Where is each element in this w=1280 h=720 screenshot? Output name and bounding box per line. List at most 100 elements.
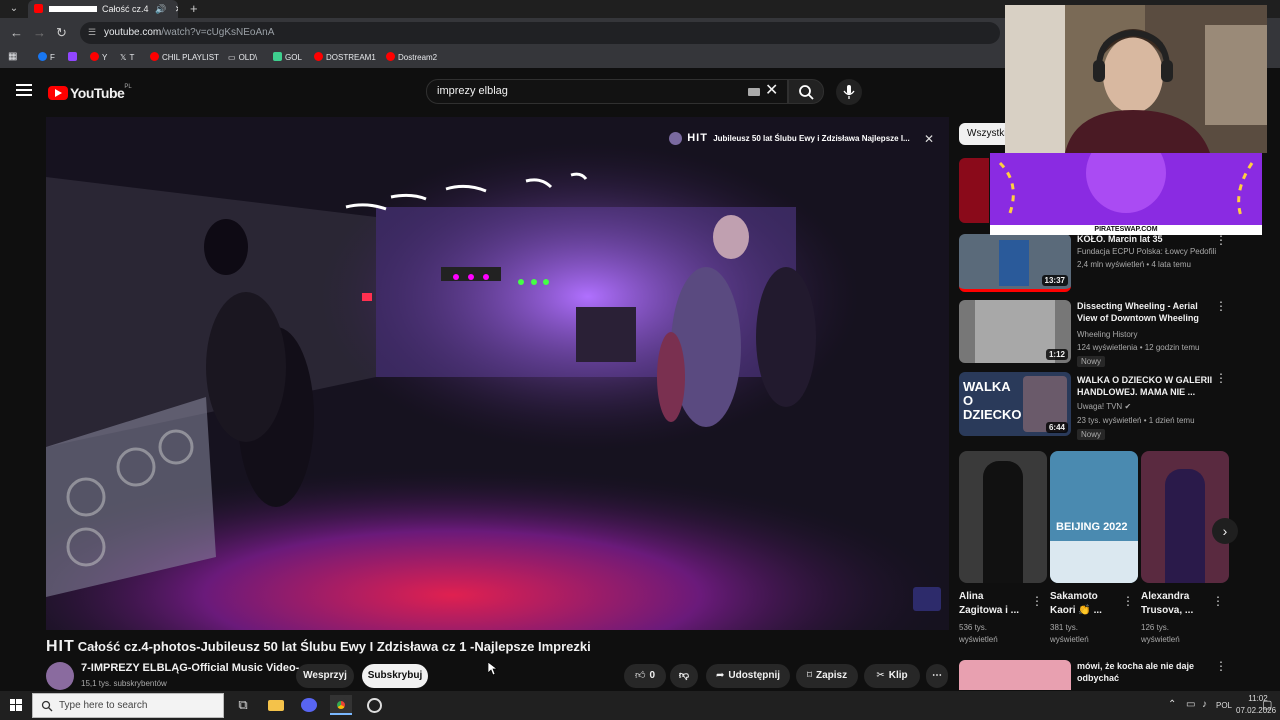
tab-audio-icon[interactable]: 🔊 — [155, 4, 166, 14]
clear-search-icon[interactable]: ✕ — [765, 82, 778, 100]
more-vertical-icon[interactable]: ⋮ — [1122, 594, 1134, 608]
new-tab-button[interactable]: + — [190, 0, 198, 18]
windows-start-icon[interactable] — [10, 699, 22, 711]
browser-tab-active[interactable]: Całość cz.4 🔊 ✕ — [28, 0, 178, 18]
obs-app-icon[interactable] — [364, 695, 386, 715]
language-indicator[interactable]: POL — [1216, 701, 1232, 710]
keyboard-icon[interactable] — [748, 88, 760, 96]
youtube-logo[interactable]: YouTubePL — [48, 84, 132, 101]
webcam-feed — [1005, 5, 1267, 153]
more-vertical-icon[interactable]: ⋮ — [1215, 660, 1227, 672]
voice-search-button[interactable] — [836, 79, 862, 105]
discord-app-icon[interactable] — [298, 695, 320, 715]
video-item-title[interactable]: mówi, że kocha ale nie daje odbychać — [1077, 660, 1217, 684]
subscribe-button[interactable]: Subskrybuj — [362, 664, 428, 688]
address-bar[interactable]: youtube.com/watch?v=cUgKsNEoAnA — [80, 22, 1000, 44]
sidebar-video-item[interactable]: mówi, że kocha ale nie daje odbychać ⋮ — [959, 660, 1229, 690]
channel-watermark[interactable] — [913, 587, 941, 611]
site-info-icon[interactable]: ☰ — [88, 27, 98, 38]
shorts-next-button[interactable]: › — [1212, 518, 1238, 544]
short-views: 126 tys. wyświetleń — [1141, 623, 1180, 644]
channel-name[interactable]: 7-IMPREZY ELBLĄG-Official Music Video- — [81, 662, 299, 674]
bookmark-folder-old[interactable]: ▭ OLD\ — [228, 52, 257, 64]
tab-close-icon[interactable]: ✕ — [175, 4, 178, 14]
overlay-close-icon[interactable]: ✕ — [924, 132, 934, 146]
bookmark-twitch[interactable] — [68, 52, 80, 64]
video-item-title[interactable]: WALKA O DZIECKO W GALERII HANDLOWEJ. MAM… — [1077, 374, 1217, 398]
video-frame — [46, 117, 949, 630]
sidebar-video-item[interactable]: 1:12 Dissecting Wheeling - Aerial View o… — [959, 300, 1229, 367]
more-vertical-icon[interactable]: ⋮ — [1215, 234, 1227, 246]
overlay-title[interactable]: Jubileusz 50 lat Ślubu Ewy i Zdzisława N… — [713, 134, 910, 143]
chrome-app-icon[interactable] — [330, 695, 352, 715]
video-player[interactable] — [46, 117, 949, 630]
notifications-icon[interactable]: ▢ — [1262, 698, 1272, 711]
short-thumbnail[interactable] — [959, 451, 1047, 583]
task-view-icon[interactable]: ⧉ — [232, 695, 254, 715]
video-thumbnail[interactable]: 13:37 — [959, 234, 1071, 292]
channel-avatar[interactable] — [46, 662, 74, 690]
menu-icon[interactable] — [16, 84, 32, 98]
overlay-hit-logo: HIT — [687, 132, 708, 144]
video-title: HIT Całość cz.4-photos-Jubileusz 50 lat Ś… — [46, 638, 591, 655]
short-title[interactable]: Alexandra Trusova, ... — [1141, 590, 1193, 618]
bookmark-x[interactable]: 𝕏T — [120, 52, 134, 64]
apps-grid-icon[interactable]: ▦ — [8, 51, 17, 63]
sidebar-video-item[interactable]: 13:37 KOŁO. Marcin lat 35 Fundacja ECPU … — [959, 234, 1229, 294]
bookmark-facebook[interactable]: F — [38, 52, 55, 64]
short-figure — [983, 461, 1023, 583]
video-item-channel[interactable]: Wheeling History — [1077, 330, 1137, 339]
video-item-channel[interactable]: Fundacja ECPU Polska: Łowcy Pedofili — [1077, 247, 1216, 256]
more-vertical-icon[interactable]: ⋮ — [1215, 300, 1227, 312]
video-thumbnail[interactable]: 1:12 — [959, 300, 1071, 363]
dislike-button[interactable]: 👎︎ — [670, 664, 698, 688]
bookmark-youtube[interactable]: Y — [90, 52, 107, 64]
youtube-icon — [314, 52, 323, 61]
tray-chevron-icon[interactable]: ⌃ — [1168, 699, 1176, 710]
thumbs-up-icon: 👍︎ — [634, 670, 646, 681]
more-vertical-icon[interactable]: ⋮ — [1212, 594, 1224, 608]
short-views: 536 tys. wyświetleń — [959, 623, 998, 644]
sidebar-thumbnail-partial[interactable] — [959, 158, 989, 223]
like-button[interactable]: 👍︎ 0 — [624, 664, 666, 688]
reload-icon[interactable]: ↻ — [56, 25, 67, 41]
title-hit-logo: HIT — [46, 638, 75, 655]
gol-icon — [273, 52, 282, 61]
video-item-channel[interactable]: Uwaga! TVN ✔ — [1077, 402, 1131, 411]
short-thumbnail[interactable] — [1141, 451, 1229, 583]
bookmark-gol[interactable]: GOL — [273, 52, 302, 64]
clip-button[interactable]: ✂ Klip — [864, 664, 920, 688]
video-duration: 6:44 — [1045, 422, 1068, 433]
file-explorer-icon[interactable] — [265, 695, 287, 715]
volume-icon[interactable]: ♪ — [1202, 699, 1207, 710]
forward-icon[interactable]: → — [33, 25, 46, 41]
overlay-channel-avatar[interactable] — [669, 132, 682, 146]
more-actions-button[interactable]: ⋯ — [926, 664, 948, 688]
scissors-icon: ✂ — [876, 670, 885, 681]
bookmark-chil-playlist[interactable]: CHIL PLAYLIST — [150, 52, 219, 64]
search-button[interactable] — [788, 79, 824, 104]
support-button[interactable]: Wesprzyj — [296, 664, 354, 688]
video-thumbnail[interactable] — [959, 660, 1071, 690]
more-vertical-icon[interactable]: ⋮ — [1215, 372, 1227, 384]
sidebar-video-item[interactable]: WALKA O DZIECKO 6:44 WALKA O DZIECKO W G… — [959, 372, 1229, 440]
back-icon[interactable]: ← — [10, 25, 23, 41]
video-thumbnail[interactable]: WALKA O DZIECKO 6:44 — [959, 372, 1071, 436]
share-button[interactable]: ➦ Udostępnij — [706, 664, 790, 688]
url-host: youtube.com — [104, 27, 162, 38]
short-thumbnail[interactable]: BEIJING 2022 — [1050, 451, 1138, 583]
short-title[interactable]: Alina Zagitowa i ... — [959, 590, 1019, 618]
video-item-title[interactable]: Dissecting Wheeling - Aerial View of Dow… — [1077, 300, 1217, 324]
short-figure — [1165, 469, 1205, 583]
tab-search-icon[interactable]: ⌄ — [2, 0, 26, 18]
save-button[interactable]: ⌑ Zapisz — [796, 664, 858, 688]
bookmark-dostream2[interactable]: Dostream2 — [386, 52, 437, 64]
search-input[interactable]: imprezy elblag — [426, 79, 788, 104]
stream-banner-graphic — [990, 153, 1262, 225]
short-title[interactable]: Sakamoto Kaori 👏 ... — [1050, 590, 1102, 618]
taskbar-search-input[interactable]: Type here to search — [32, 693, 224, 718]
network-icon[interactable]: ▭ — [1186, 699, 1195, 710]
youtube-icon — [150, 52, 159, 61]
bookmark-dostream1[interactable]: DOSTREAM1 — [314, 52, 376, 64]
more-vertical-icon[interactable]: ⋮ — [1031, 594, 1043, 608]
